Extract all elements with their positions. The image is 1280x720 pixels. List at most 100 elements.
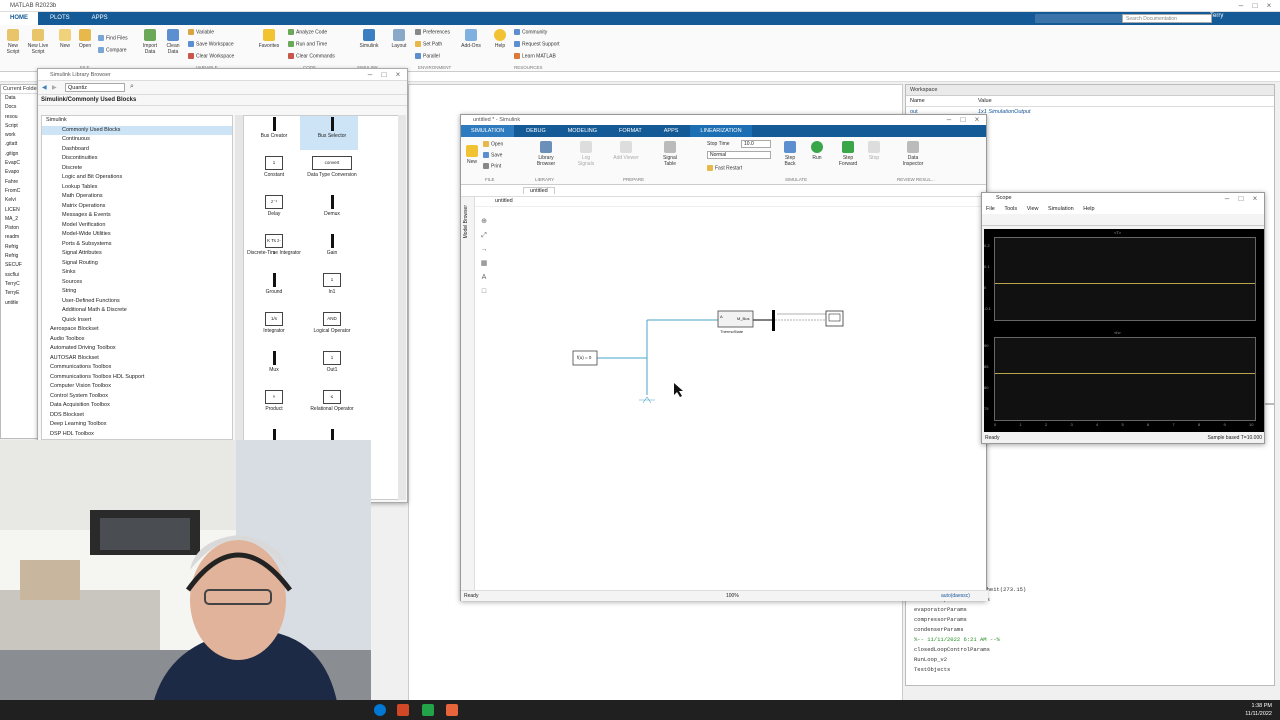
command-history-item[interactable]: RunLoop_v2: [914, 655, 1274, 665]
tree-item[interactable]: Signal Routing: [42, 259, 232, 269]
scope-menu-help[interactable]: Help: [1083, 206, 1094, 212]
minimize-icon[interactable]: –: [942, 115, 956, 125]
scope-menu-tools[interactable]: Tools: [1004, 206, 1017, 212]
tree-item[interactable]: String: [42, 287, 232, 297]
tab-plots[interactable]: PLOTS: [40, 12, 80, 25]
unconnected-port[interactable]: [639, 396, 655, 404]
find-files-button[interactable]: Find Files: [98, 35, 128, 41]
tree-item[interactable]: Quick Insert: [42, 316, 232, 326]
tree-item[interactable]: Model Verification: [42, 221, 232, 231]
library-block[interactable]: 1 In1: [302, 273, 362, 295]
stop-button[interactable]: Stop: [865, 141, 883, 161]
clear-commands-button[interactable]: Clear Commands: [288, 53, 335, 59]
tree-item[interactable]: DSP HDL Toolbox: [42, 430, 232, 440]
tree-item[interactable]: Deep Learning Toolbox: [42, 420, 232, 430]
file-item[interactable]: sscflui: [5, 271, 37, 280]
maximize-icon[interactable]: □: [956, 115, 970, 125]
tree-item[interactable]: Data Acquisition Toolbox: [42, 401, 232, 411]
run-button[interactable]: Run: [807, 141, 827, 161]
arrow-icon[interactable]: →: [477, 243, 491, 257]
command-history-item[interactable]: evaporatorParams: [914, 605, 1274, 615]
tree-item[interactable]: User-Defined Functions: [42, 297, 232, 307]
tree-item[interactable]: Computer Vision Toolbox: [42, 382, 232, 392]
community-button[interactable]: Community: [514, 29, 547, 35]
close-icon[interactable]: ×: [1248, 193, 1262, 204]
library-browser-button[interactable]: Library Browser: [533, 141, 559, 167]
minimize-icon[interactable]: –: [1220, 193, 1234, 204]
new-button[interactable]: New: [56, 29, 74, 49]
tree-item[interactable]: Communications Toolbox HDL Support: [42, 373, 232, 383]
zoom-icon[interactable]: ⊕: [477, 215, 491, 229]
tree-item[interactable]: Math Operations: [42, 192, 232, 202]
matlab-taskbar-icon[interactable]: [446, 704, 458, 716]
preferences-button[interactable]: Preferences: [415, 29, 450, 35]
file-item[interactable]: .gitatt: [5, 140, 37, 149]
library-block[interactable]: × Product: [244, 390, 304, 412]
tree-item[interactable]: Discrete: [42, 164, 232, 174]
file-item[interactable]: LICEN: [5, 206, 37, 215]
command-history-item[interactable]: closedLoopControlParams: [914, 645, 1274, 655]
taskbar-clock[interactable]: 1:38 PM 11/11/2022: [1245, 702, 1272, 718]
tree-item[interactable]: DDS Blockset: [42, 411, 232, 421]
model-canvas[interactable]: f(u) = 0 M_Bus A ThermoState: [493, 210, 971, 590]
command-history-item[interactable]: %-- 11/11/2022 6:21 AM --%: [914, 635, 1274, 645]
clear-workspace-button[interactable]: Clear Workspace: [188, 53, 234, 59]
tree-item[interactable]: AUTOSAR Blockset: [42, 354, 232, 364]
simulation-mode-select[interactable]: Normal: [707, 151, 771, 159]
simulink-button[interactable]: Simulink: [356, 29, 382, 49]
library-block[interactable]: 1 Out1: [302, 351, 362, 373]
scope-toolbar[interactable]: [982, 214, 1264, 226]
tab-debug[interactable]: DEBUG: [516, 125, 556, 137]
tree-item[interactable]: Matrix Operations: [42, 202, 232, 212]
tree-item[interactable]: Sinks: [42, 268, 232, 278]
print-model-button[interactable]: Print: [483, 163, 501, 169]
file-item[interactable]: Docs: [5, 103, 37, 112]
area-icon[interactable]: □: [477, 285, 491, 299]
tree-item[interactable]: Simulink: [42, 116, 232, 126]
help-button[interactable]: Help: [490, 29, 510, 49]
library-block[interactable]: Gain: [302, 234, 362, 256]
breadcrumb[interactable]: untitled: [495, 198, 513, 204]
workspace-col-name[interactable]: Name: [910, 98, 978, 104]
stop-time-input[interactable]: 10.0: [741, 140, 771, 148]
tree-item[interactable]: Messages & Events: [42, 211, 232, 221]
tab-home[interactable]: HOME: [0, 12, 38, 25]
file-item[interactable]: FromC: [5, 187, 37, 196]
file-item[interactable]: SECUF: [5, 261, 37, 270]
tab-format[interactable]: FORMAT: [609, 125, 652, 137]
new-live-script-button[interactable]: New Live Script: [24, 29, 52, 55]
fit-view-icon[interactable]: ⤢: [477, 229, 491, 243]
annotation-icon[interactable]: A: [477, 271, 491, 285]
model-tab[interactable]: untitled: [523, 187, 555, 194]
command-history-item[interactable]: condenserParams: [914, 625, 1274, 635]
search-documentation-input[interactable]: Search Documentation: [1122, 14, 1212, 23]
file-item[interactable]: Refrig: [5, 252, 37, 261]
library-block[interactable]: Bus Selector: [302, 117, 362, 139]
scope-menu-file[interactable]: File: [986, 206, 995, 212]
file-item[interactable]: Data: [5, 94, 37, 103]
library-block[interactable]: Mux: [244, 351, 304, 373]
signal-table-button[interactable]: Signal Table: [657, 141, 683, 167]
step-back-button[interactable]: Step Back: [779, 141, 801, 167]
close-icon[interactable]: ×: [391, 69, 405, 81]
close-icon[interactable]: ×: [970, 115, 984, 125]
data-inspector-button[interactable]: Data Inspector: [899, 141, 927, 167]
library-block[interactable]: 1 Constant: [244, 156, 304, 178]
scope-menu-simulation[interactable]: Simulation: [1048, 206, 1074, 212]
tree-item[interactable]: Automated Driving Toolbox: [42, 344, 232, 354]
set-path-button[interactable]: Set Path: [415, 41, 442, 47]
forward-arrow-icon[interactable]: ▶: [52, 84, 57, 91]
library-search-input[interactable]: Quantiz: [65, 83, 125, 92]
close-icon[interactable]: ×: [1262, 0, 1276, 12]
tree-scrollbar[interactable]: [235, 115, 243, 440]
tree-item[interactable]: Discontinuities: [42, 154, 232, 164]
file-item[interactable]: Fahre: [5, 178, 37, 187]
tree-item[interactable]: Commonly Used Blocks: [42, 125, 232, 135]
file-item[interactable]: Piston: [5, 224, 37, 233]
tree-item[interactable]: Continuous: [42, 135, 232, 145]
library-block[interactable]: Demux: [302, 195, 362, 217]
layout-button[interactable]: Layout: [388, 29, 410, 49]
file-item[interactable]: work: [5, 131, 37, 140]
log-signals-button[interactable]: Log Signals: [573, 141, 599, 167]
file-item[interactable]: Kelvi: [5, 196, 37, 205]
